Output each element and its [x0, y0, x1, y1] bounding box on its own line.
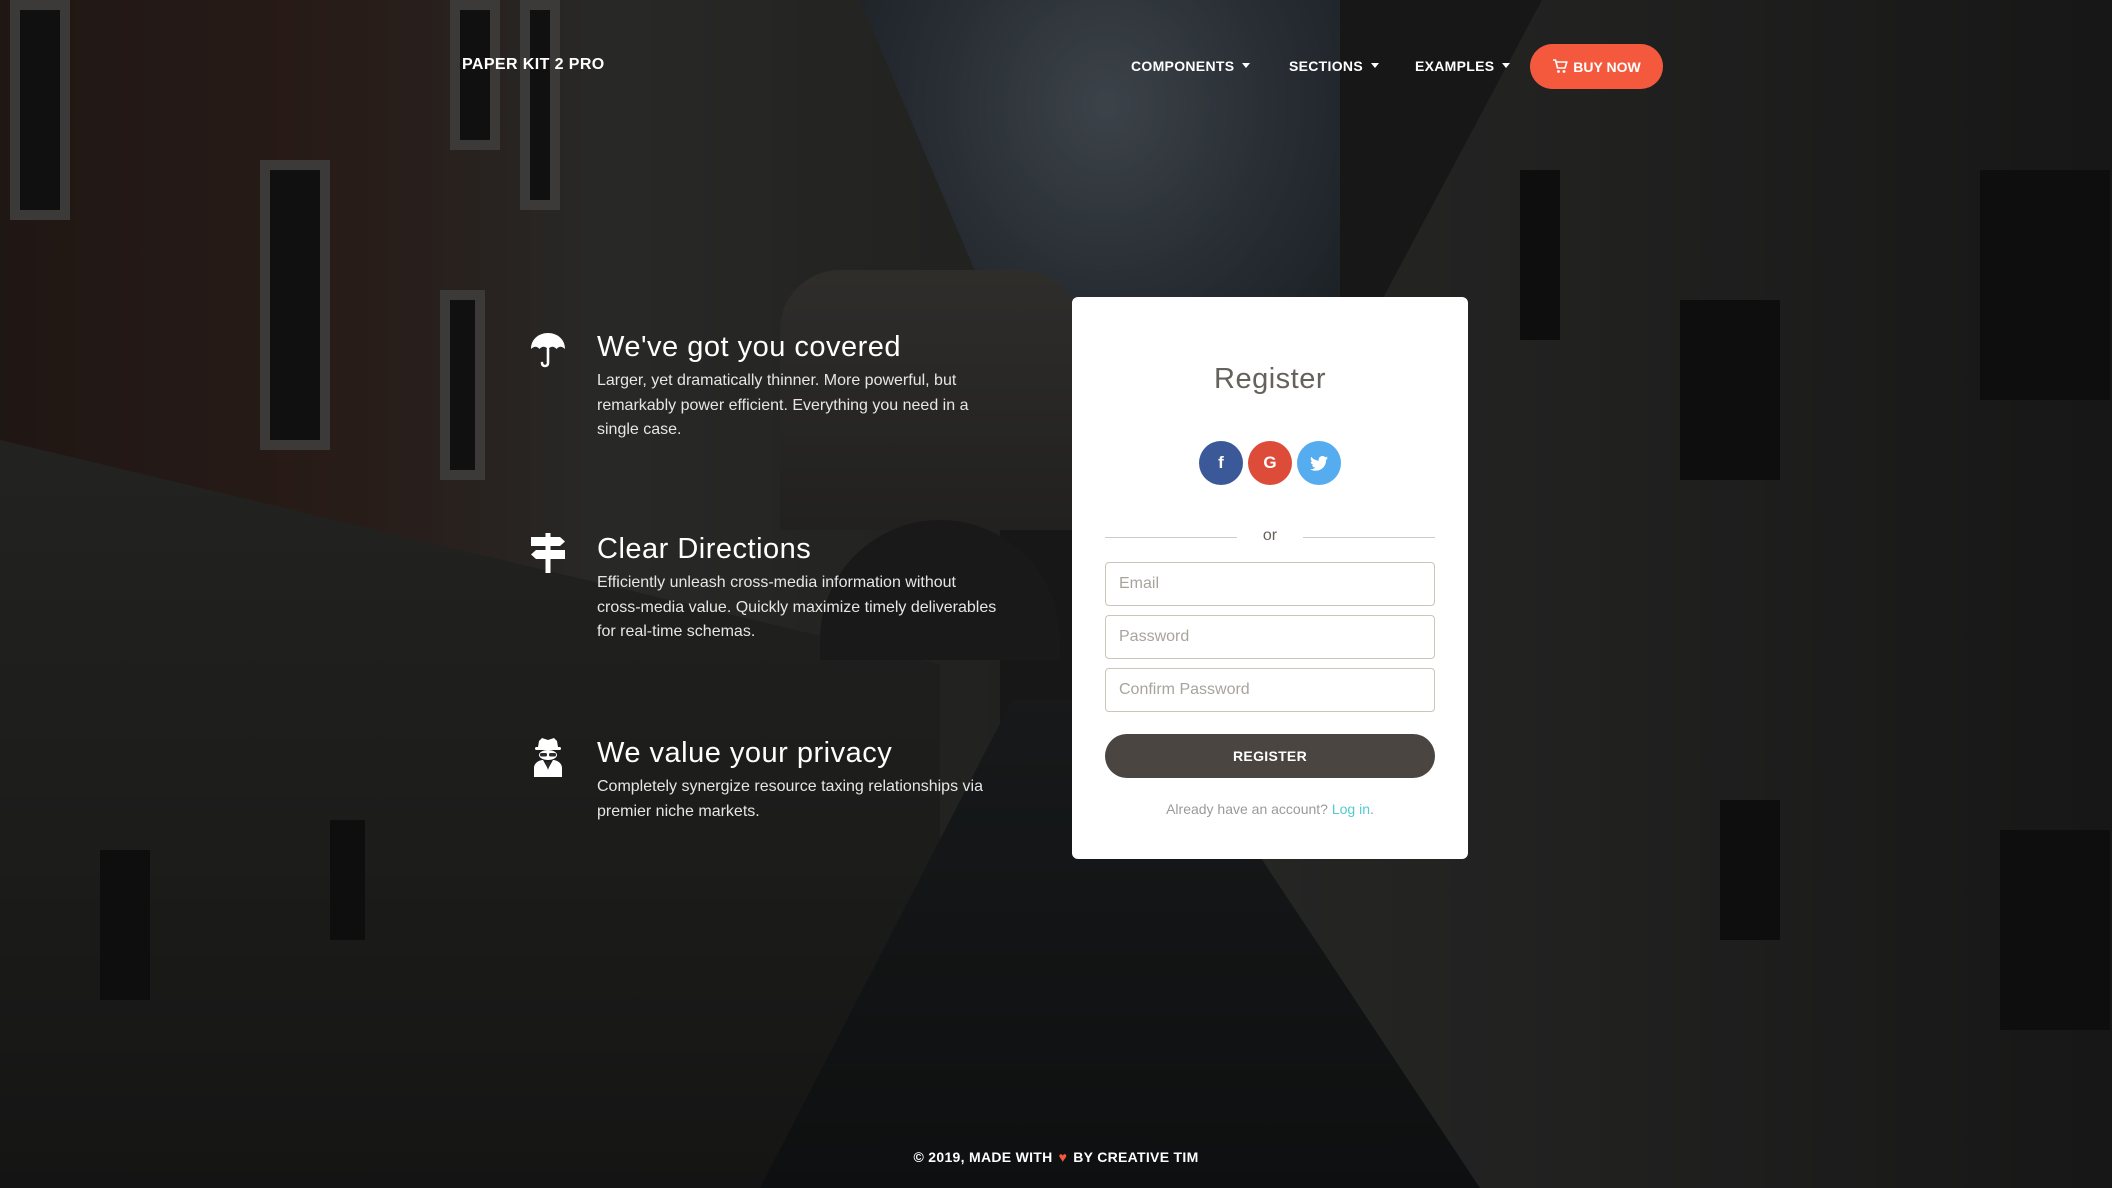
- heart-icon: ♥: [1058, 1149, 1068, 1165]
- footer-credits: © 2019, MADE WITH ♥ BY CREATIVE TIM: [0, 1149, 2112, 1165]
- login-suffix: .: [1370, 801, 1374, 817]
- confirm-password-field[interactable]: [1105, 668, 1435, 712]
- register-title: Register: [1214, 363, 1326, 395]
- feature-title: We've got you covered: [597, 331, 902, 363]
- google-icon: G: [1263, 453, 1277, 472]
- login-prompt: Already have an account? Log in.: [1072, 801, 1468, 817]
- nav-item-examples[interactable]: EXAMPLES: [1415, 58, 1511, 74]
- login-link[interactable]: Log in: [1332, 801, 1370, 817]
- footer-prefix: © 2019, MADE WITH: [913, 1149, 1053, 1165]
- signpost-icon: [531, 533, 565, 573]
- nav-item-label: SECTIONS: [1289, 58, 1363, 74]
- google-button[interactable]: G: [1248, 441, 1292, 485]
- brand-logo[interactable]: PAPER KIT 2 PRO: [462, 56, 605, 74]
- facebook-button[interactable]: f: [1199, 441, 1243, 485]
- nav-item-label: EXAMPLES: [1415, 58, 1495, 74]
- facebook-icon: f: [1218, 453, 1224, 472]
- feature-text: Larger, yet dramatically thinner. More p…: [597, 372, 969, 438]
- footer-suffix: BY CREATIVE TIM: [1073, 1149, 1199, 1165]
- twitter-icon: [1310, 455, 1328, 471]
- caret-down-icon: [1370, 63, 1379, 68]
- password-field[interactable]: [1105, 615, 1435, 659]
- cart-icon: [1553, 59, 1568, 73]
- register-card: Register f G or REGISTER Already have an…: [1072, 297, 1468, 859]
- buy-now-button[interactable]: BUY NOW: [1530, 44, 1663, 89]
- nav-item-components[interactable]: COMPONENTS: [1131, 58, 1251, 74]
- register-button[interactable]: REGISTER: [1105, 734, 1435, 778]
- twitter-button[interactable]: [1297, 441, 1341, 485]
- spy-icon: [534, 738, 562, 777]
- caret-down-icon: [1242, 63, 1251, 68]
- nav-item-label: COMPONENTS: [1131, 58, 1235, 74]
- divider-text: or: [1262, 527, 1278, 544]
- feature-text: Completely synergize resource taxing rel…: [597, 778, 983, 820]
- feature-title: We value your privacy: [597, 737, 893, 769]
- feature-text: Efficiently unleash cross-media informat…: [597, 574, 997, 640]
- caret-down-icon: [1502, 63, 1511, 68]
- navbar: PAPER KIT 2 PRO COMPONENTS SECTIONS EXAM…: [0, 0, 2112, 132]
- login-prompt-text: Already have an account?: [1166, 801, 1328, 817]
- email-field[interactable]: [1105, 562, 1435, 606]
- umbrella-icon: [531, 333, 565, 368]
- background-image: [0, 0, 2112, 1188]
- feature-title: Clear Directions: [597, 533, 812, 565]
- nav-item-sections[interactable]: SECTIONS: [1289, 58, 1379, 74]
- or-divider: or: [1105, 527, 1435, 547]
- buy-now-label: BUY NOW: [1573, 58, 1641, 75]
